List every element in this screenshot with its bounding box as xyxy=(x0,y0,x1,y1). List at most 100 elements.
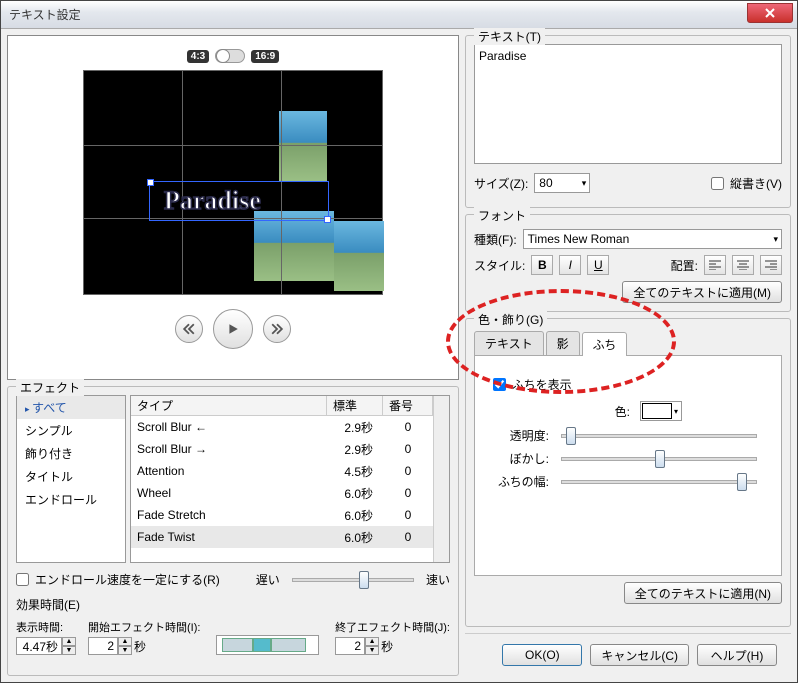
size-combo[interactable]: 80 xyxy=(534,173,590,193)
effect-table: タイプ 標準 番号 Scroll Blur ←2.9秒0 Scroll Blur… xyxy=(130,395,450,563)
duration-label: 効果時間(E) xyxy=(16,596,450,613)
underline-button[interactable]: U xyxy=(587,255,609,275)
vertical-checkbox[interactable] xyxy=(711,177,724,190)
slow-label: 遅い xyxy=(256,571,280,588)
color-label: 色: xyxy=(574,403,630,420)
next-icon xyxy=(271,323,283,335)
effect-group: エフェクト すべて シンプル 飾り付き タイトル エンドロール タイプ xyxy=(7,386,459,676)
align-left-button[interactable] xyxy=(704,255,726,275)
effect-timeline[interactable] xyxy=(216,635,319,655)
apply-font-all-button[interactable]: 全てのテキストに適用(M) xyxy=(622,281,782,303)
category-item[interactable]: すべて xyxy=(17,396,125,419)
preview-text-overlay[interactable]: Paradise xyxy=(164,186,261,216)
next-button[interactable] xyxy=(263,315,291,343)
spin-down-icon: ▼ xyxy=(62,646,76,655)
end-effect-col: 終了エフェクト時間(J): ▲▼ 秒 xyxy=(335,619,450,655)
color-group: 色・飾り(G) テキスト 影 ふち ふちを表示 色: xyxy=(465,318,791,627)
effect-row: Fade Twist6.0秒0 xyxy=(131,526,433,548)
color-group-label: 色・飾り(G) xyxy=(474,311,547,328)
close-icon xyxy=(765,8,775,18)
font-group-label: フォント xyxy=(474,207,530,224)
font-type-label: 種類(F): xyxy=(474,231,517,248)
bold-button[interactable]: B xyxy=(531,255,553,275)
tab-shadow[interactable]: 影 xyxy=(546,331,580,355)
spin-up-icon: ▲ xyxy=(62,637,76,646)
align-right-icon xyxy=(765,260,777,270)
dialog-footer: OK(O) キャンセル(C) ヘルプ(H) xyxy=(465,633,791,676)
color-tabs: テキスト 影 ふち xyxy=(474,331,782,356)
align-label: 配置: xyxy=(671,257,698,274)
cancel-button[interactable]: キャンセル(C) xyxy=(590,644,689,666)
font-group: フォント 種類(F): Times New Roman スタイル: B I U … xyxy=(465,214,791,312)
blur-slider[interactable] xyxy=(561,457,757,461)
text-input[interactable] xyxy=(474,44,782,164)
font-combo[interactable]: Times New Roman xyxy=(523,229,782,249)
dialog-body: 4:3 16:9 Paradise xyxy=(1,29,797,682)
category-item[interactable]: 飾り付き xyxy=(17,442,125,465)
start-effect-label: 開始エフェクト時間(I): xyxy=(88,619,200,635)
show-border-label: ふちを表示 xyxy=(512,376,572,393)
endroll-checkbox[interactable] xyxy=(16,573,29,586)
right-pane: テキスト(T) サイズ(Z): 80 縦書き(V) フォント 種類(F): Ti… xyxy=(465,35,791,676)
display-time-col: 表示時間: ▲▼ xyxy=(16,619,76,655)
sec-label: 秒 xyxy=(381,638,393,655)
close-button[interactable] xyxy=(747,3,793,23)
effect-row: Scroll Blur →2.9秒0 xyxy=(131,438,433,460)
preview-image xyxy=(334,221,384,291)
opacity-slider[interactable] xyxy=(561,434,757,438)
effect-lists: すべて シンプル 飾り付き タイトル エンドロール タイプ 標準 xyxy=(16,395,450,563)
display-time-label: 表示時間: xyxy=(16,619,76,635)
ratio-toggle[interactable] xyxy=(215,49,245,63)
category-item[interactable]: エンドロール xyxy=(17,488,125,511)
help-button[interactable]: ヘルプ(H) xyxy=(697,644,777,666)
spin-buttons[interactable]: ▲▼ xyxy=(62,637,76,655)
align-center-icon xyxy=(737,260,749,270)
effect-row: Attention4.5秒0 xyxy=(131,460,433,482)
preview-canvas[interactable]: Paradise xyxy=(83,70,383,295)
blur-label: ぼかし: xyxy=(493,450,549,467)
aspect-ratio-bar: 4:3 16:9 xyxy=(187,46,279,66)
window-title: テキスト設定 xyxy=(9,6,747,23)
fast-label: 速い xyxy=(426,571,450,588)
border-width-slider[interactable] xyxy=(561,480,757,484)
effect-row: Wheel6.0秒0 xyxy=(131,482,433,504)
left-pane: 4:3 16:9 Paradise xyxy=(7,35,459,676)
start-effect-col: 開始エフェクト時間(I): ▲▼ 秒 xyxy=(88,619,200,655)
effect-category-list[interactable]: すべて シンプル 飾り付き タイトル エンドロール xyxy=(16,395,126,563)
align-center-button[interactable] xyxy=(732,255,754,275)
border-width-label: ふちの幅: xyxy=(493,473,549,490)
preview-panel: 4:3 16:9 Paradise xyxy=(7,35,459,380)
tab-border[interactable]: ふち xyxy=(582,332,628,356)
ok-button[interactable]: OK(O) xyxy=(502,644,582,666)
prev-button[interactable] xyxy=(175,315,203,343)
category-item[interactable]: タイトル xyxy=(17,465,125,488)
italic-button[interactable]: I xyxy=(559,255,581,275)
effect-table-header: タイプ 標準 番号 xyxy=(131,396,433,416)
category-item[interactable]: シンプル xyxy=(17,419,125,442)
color-picker[interactable] xyxy=(640,401,682,421)
play-icon xyxy=(227,323,239,335)
speed-slider[interactable] xyxy=(292,578,414,582)
col-standard[interactable]: 標準 xyxy=(327,396,383,415)
preview-image xyxy=(254,211,334,281)
display-time-spinner: ▲▼ xyxy=(16,637,76,655)
apply-color-all-button[interactable]: 全てのテキストに適用(N) xyxy=(624,582,782,604)
display-time-input[interactable] xyxy=(16,637,62,655)
effect-group-label: エフェクト xyxy=(16,379,84,396)
col-type[interactable]: タイプ xyxy=(131,396,327,415)
effect-scrollbar[interactable] xyxy=(433,396,449,562)
tab-text[interactable]: テキスト xyxy=(474,331,544,355)
endroll-label: エンドロール速度を一定にする(R) xyxy=(35,571,220,588)
prev-icon xyxy=(183,323,195,335)
align-right-button[interactable] xyxy=(760,255,782,275)
start-effect-input[interactable] xyxy=(88,637,118,655)
play-button[interactable] xyxy=(213,309,253,349)
spin-buttons[interactable]: ▲▼ xyxy=(365,637,379,655)
show-border-checkbox[interactable] xyxy=(493,378,506,391)
effect-table-body[interactable]: Scroll Blur ←2.9秒0 Scroll Blur →2.9秒0 At… xyxy=(131,416,433,562)
end-effect-input[interactable] xyxy=(335,637,365,655)
spin-buttons[interactable]: ▲▼ xyxy=(118,637,132,655)
size-label: サイズ(Z): xyxy=(474,175,528,192)
text-group-label: テキスト(T) xyxy=(474,28,545,45)
col-number[interactable]: 番号 xyxy=(383,396,433,415)
